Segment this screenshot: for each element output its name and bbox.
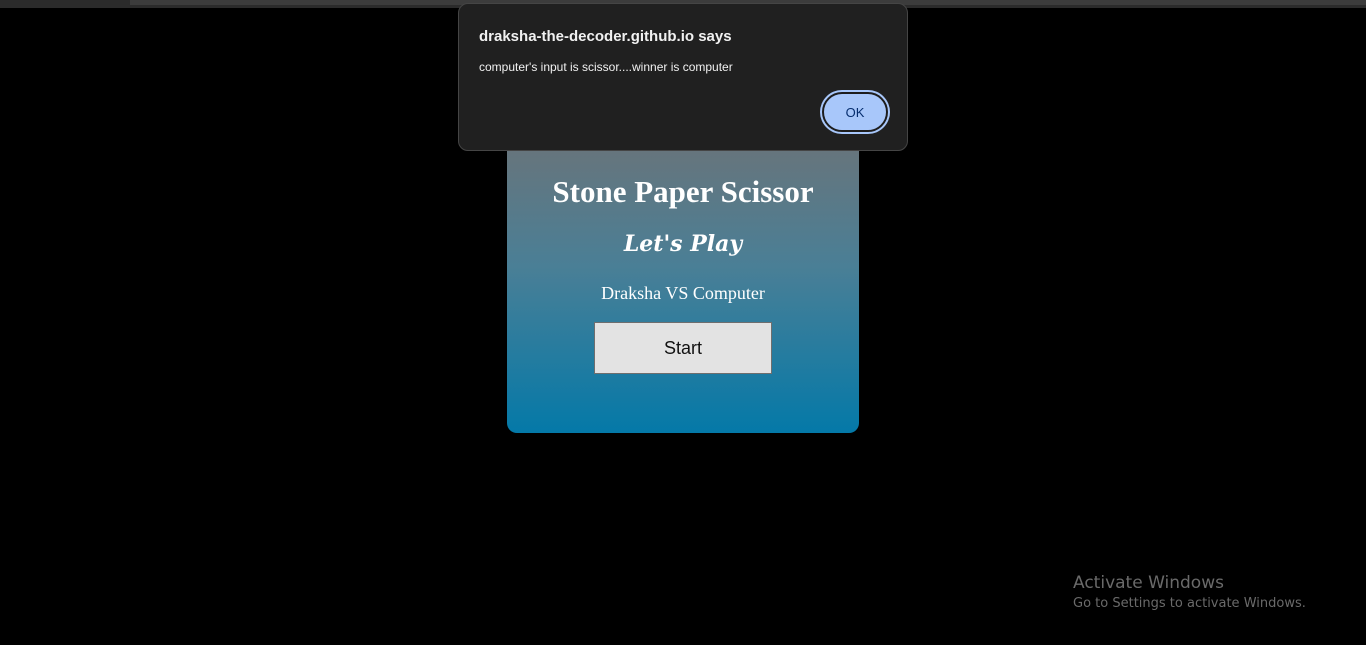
- watermark-subtitle: Go to Settings to activate Windows.: [1073, 596, 1306, 611]
- alert-dialog: draksha-the-decoder.github.io says compu…: [458, 3, 908, 151]
- start-button[interactable]: Start: [594, 322, 772, 374]
- watermark-title: Activate Windows: [1073, 573, 1224, 593]
- alert-origin: draksha-the-decoder.github.io says: [479, 28, 732, 45]
- game-title: Stone Paper Scissor: [552, 174, 814, 209]
- alert-ok-button[interactable]: OK: [822, 92, 888, 132]
- activate-windows-watermark: Activate Windows Go to Settings to activ…: [1073, 572, 1306, 614]
- game-subtitle: Let's Play: [623, 231, 743, 257]
- alert-message: computer's input is scissor....winner is…: [479, 60, 733, 74]
- game-card: Stone Paper Scissor Let's Play Draksha V…: [507, 130, 859, 433]
- matchup-text: Draksha VS Computer: [601, 283, 765, 303]
